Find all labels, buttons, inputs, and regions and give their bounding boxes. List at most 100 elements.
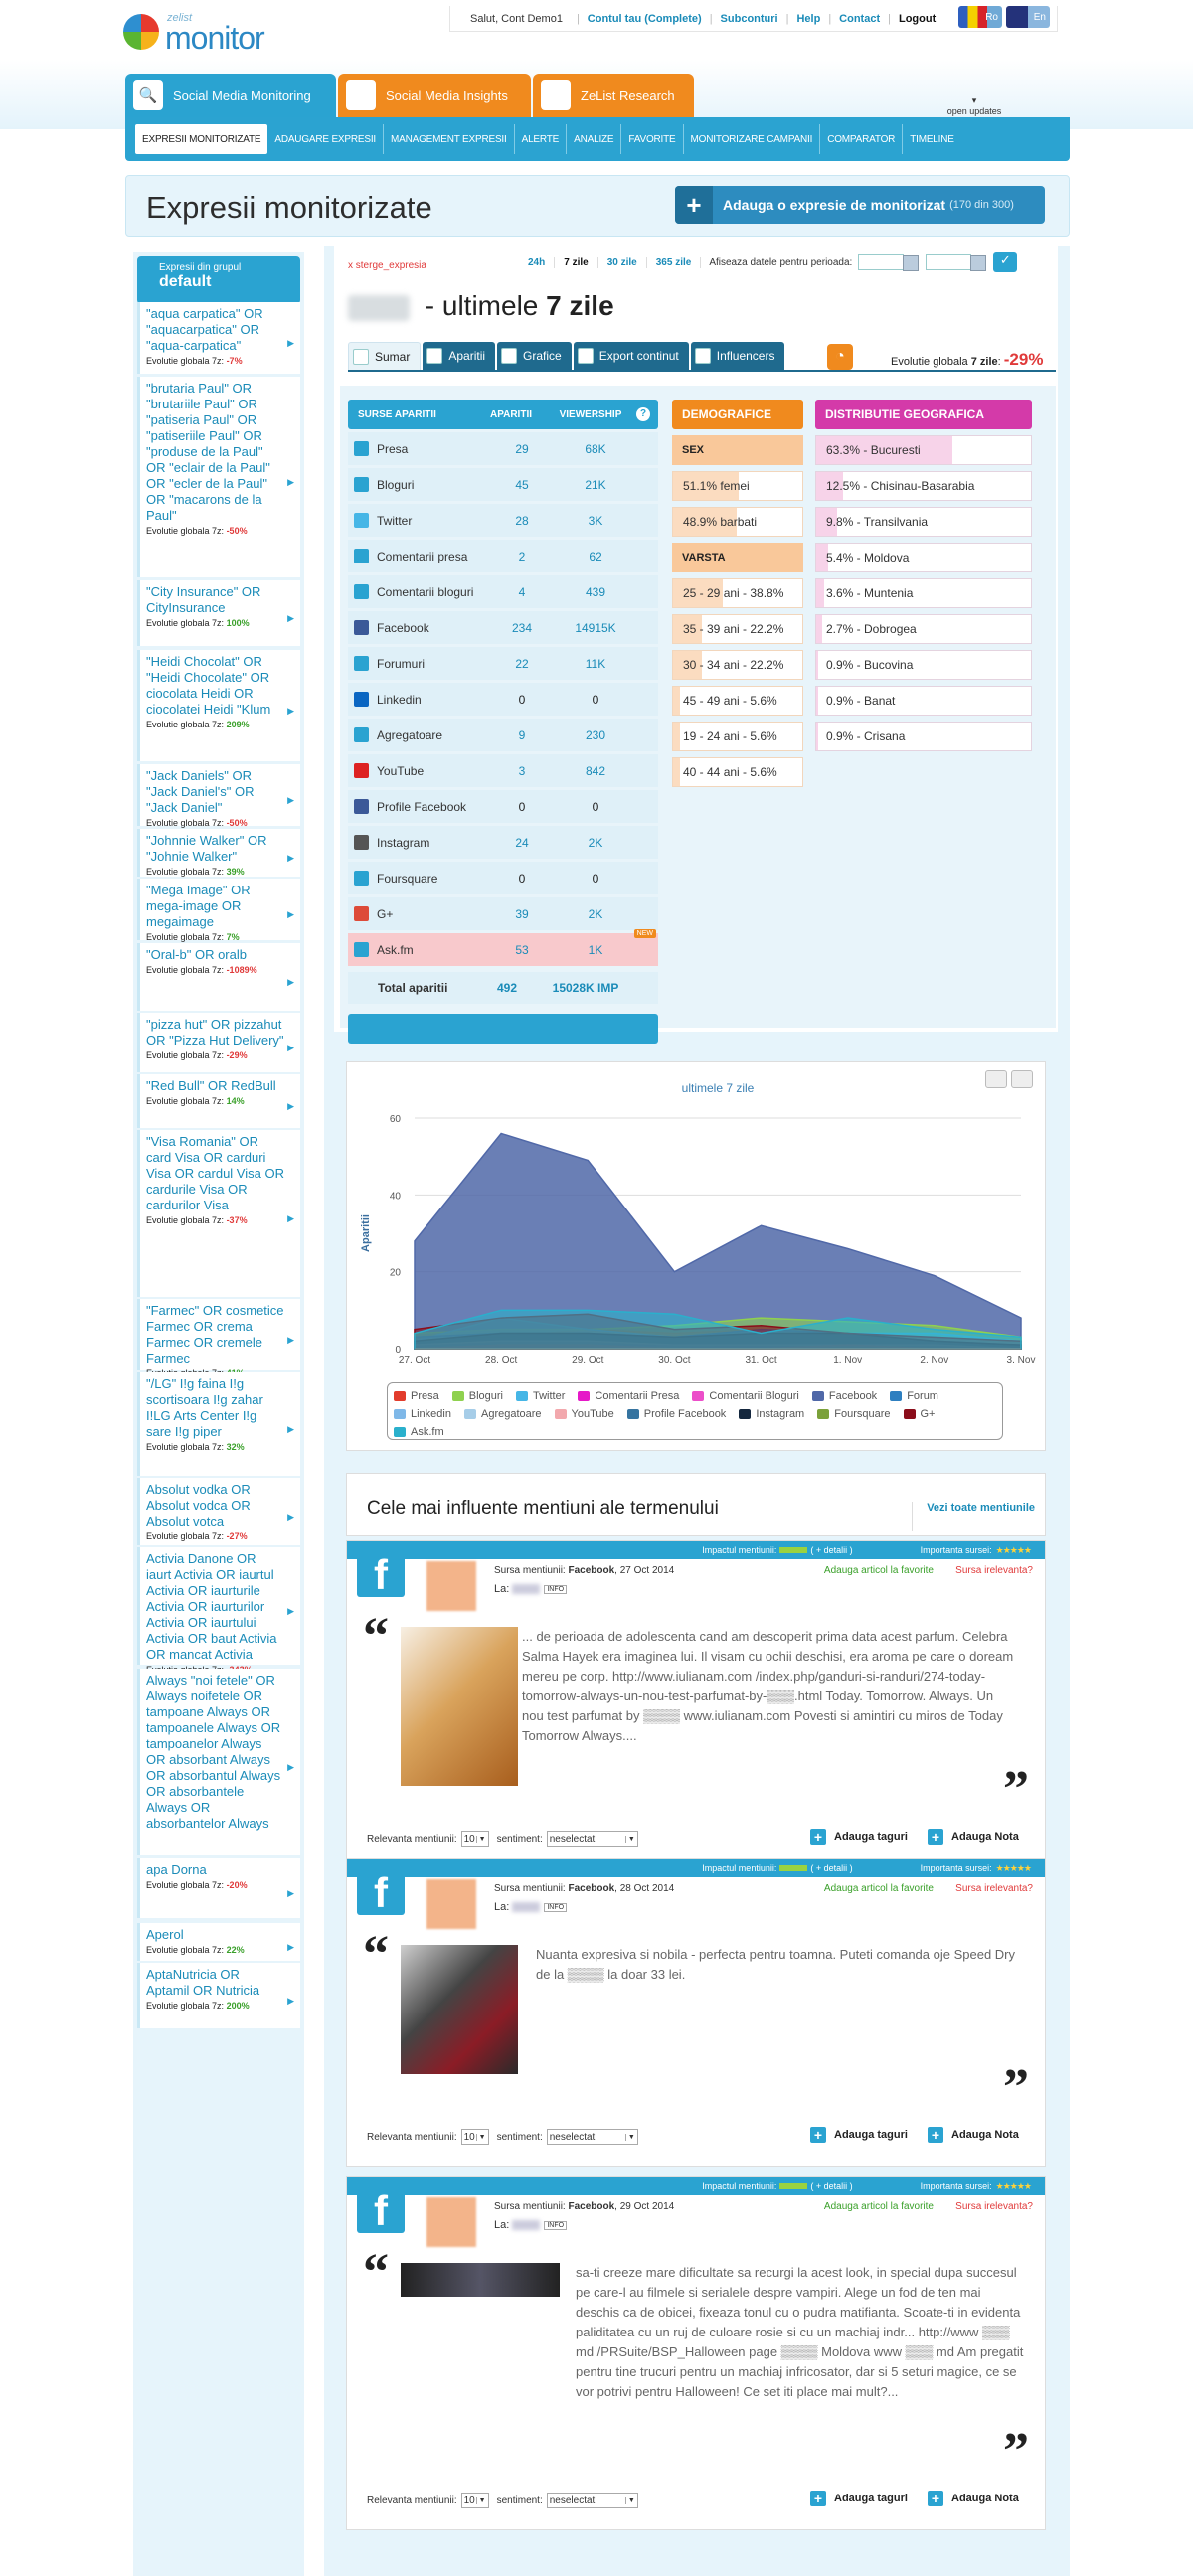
irrelevant-source-link[interactable]: Sursa irelevanta?: [955, 1883, 1033, 1894]
apply-period-button[interactable]: ✓: [993, 252, 1018, 272]
source-row[interactable]: YouTube 3 842: [348, 754, 658, 787]
source-row[interactable]: Presa 29 68K: [348, 432, 658, 465]
subnav-management-expresii[interactable]: MANAGEMENT EXPRESII: [384, 124, 515, 154]
subnav-expresii-monitorizate[interactable]: EXPRESII MONITORIZATE: [135, 124, 268, 154]
legend-item[interactable]: Foursquare: [817, 1405, 891, 1423]
subnav-timeline[interactable]: TIMELINE: [903, 124, 961, 154]
subnav-comparator[interactable]: COMPARATOR: [820, 124, 904, 154]
sidebar-expression-item[interactable]: "Johnnie Walker" OR "Johnie Walker" Evolu…: [137, 829, 300, 877]
legend-item[interactable]: Presa: [394, 1387, 439, 1405]
sidebar-expression-item[interactable]: "Mega Image" OR mega-image OR megaimage E…: [137, 879, 300, 942]
mention-image[interactable]: [401, 2263, 560, 2297]
relevance-select[interactable]: 10 ▼: [460, 2129, 489, 2145]
details-link[interactable]: ( + detalii ): [810, 2181, 852, 2191]
add-favorite-link[interactable]: Adauga articol la favorite: [824, 2201, 934, 2212]
info-badge[interactable]: INFO: [544, 1902, 568, 1912]
tab-aparitii[interactable]: Aparitii: [423, 342, 496, 370]
sidebar-expression-item[interactable]: "City Insurance" OR CityInsurance Evoluti…: [137, 580, 300, 646]
add-tags-button[interactable]: + Adauga taguri: [810, 2490, 908, 2507]
subaccounts-link[interactable]: Subconturi: [721, 13, 778, 25]
relevance-select[interactable]: 10 ▼: [460, 1831, 489, 1847]
legend-item[interactable]: Ask.fm: [394, 1423, 444, 1441]
irrelevant-source-link[interactable]: Sursa irelevanta?: [955, 1565, 1033, 1576]
sidebar-expression-item[interactable]: Aperol Evolutie globala 7z: 22% ▶: [137, 1923, 300, 1961]
author-name[interactable]: [512, 1584, 541, 1595]
delete-expression-link[interactable]: x sterge_expresia: [348, 260, 426, 271]
source-row[interactable]: Ask.fm 53 1K NEW: [348, 929, 658, 966]
sidebar-expression-item[interactable]: "Heidi Chocolat" OR "Heidi Chocolate" OR…: [137, 650, 300, 761]
legend-item[interactable]: Forum: [890, 1387, 938, 1405]
lang-ro-button[interactable]: Ro: [958, 6, 1002, 28]
legend-item[interactable]: Profile Facebook: [626, 1405, 726, 1423]
sidebar-expression-item[interactable]: "pizza hut" OR pizzahut OR "Pizza Hut De…: [137, 1013, 300, 1072]
subnav-adaugare-expresii[interactable]: ADAUGARE EXPRESII: [267, 124, 384, 154]
source-row[interactable]: Agregatoare 9 230: [348, 719, 658, 751]
source-row[interactable]: Facebook 234 14915K: [348, 611, 658, 644]
add-favorite-link[interactable]: Adauga articol la favorite: [824, 1883, 934, 1894]
add-note-button[interactable]: + Adauga Nota: [928, 1828, 1019, 1846]
tab-export-continut[interactable]: Export continut: [573, 342, 689, 370]
tab-social-media-monitoring[interactable]: 🔍 Social Media Monitoring: [125, 74, 336, 117]
rss-icon[interactable]: ◔: [827, 344, 853, 370]
info-badge[interactable]: INFO: [544, 1584, 568, 1594]
subnav-alerte[interactable]: ALERTE: [515, 124, 568, 154]
help-link[interactable]: Help: [796, 13, 820, 25]
sidebar-expression-item[interactable]: "/LG" I!g faina I!g scortisoara I!g zaha…: [137, 1372, 300, 1476]
account-link[interactable]: Contul tau (Complete): [588, 13, 702, 25]
author-avatar[interactable]: [426, 2197, 476, 2247]
sidebar-expression-item[interactable]: "brutaria Paul" OR "brutariile Paul" OR …: [137, 377, 300, 577]
legend-item[interactable]: Agregatoare: [463, 1405, 542, 1423]
source-row[interactable]: Twitter 28 3K: [348, 504, 658, 537]
period-30-zile[interactable]: 30 zile: [598, 256, 647, 268]
source-row[interactable]: Instagram 24 2K: [348, 826, 658, 859]
tab-zelist-research[interactable]: ▦ ZeList Research: [533, 74, 694, 117]
legend-item[interactable]: Facebook: [811, 1387, 877, 1405]
details-link[interactable]: ( + detalii ): [810, 1863, 852, 1873]
tab-grafice[interactable]: Grafice: [497, 342, 572, 370]
help-icon[interactable]: ?: [636, 407, 650, 421]
source-row[interactable]: Bloguri 45 21K: [348, 468, 658, 501]
legend-item[interactable]: G+: [903, 1405, 935, 1423]
contact-link[interactable]: Contact: [839, 13, 880, 25]
subnav-analize[interactable]: ANALIZE: [567, 124, 622, 154]
legend-item[interactable]: Comentarii Presa: [578, 1387, 679, 1405]
source-row[interactable]: G+ 39 2K: [348, 897, 658, 930]
sidebar-expression-item[interactable]: "Visa Romania" OR card Visa OR carduri V…: [137, 1130, 300, 1297]
legend-item[interactable]: YouTube: [554, 1405, 614, 1423]
source-row[interactable]: Comentarii bloguri 4 439: [348, 575, 658, 608]
view-all-mentions-link[interactable]: Vezi toate mentiunile: [912, 1502, 1035, 1531]
sidebar-expression-item[interactable]: "Jack Daniels" OR "Jack Daniel's" OR "Ja…: [137, 764, 300, 828]
add-expression-button[interactable]: + Adauga o expresie de monitorizat (170 d…: [675, 186, 1045, 224]
source-row[interactable]: Profile Facebook 0 0: [348, 790, 658, 823]
relevance-select[interactable]: 10 ▼: [460, 2493, 489, 2508]
legend-item[interactable]: Linkedin: [394, 1405, 451, 1423]
sidebar-expression-item[interactable]: apa Dorna Evolutie globala 7z: -20% ▶: [137, 1858, 300, 1918]
sidebar-expression-item[interactable]: "aqua carpatica" OR "aquacarpatica" OR "…: [137, 302, 300, 374]
sidebar-expression-item[interactable]: "Red Bull" OR RedBull Evolutie globala 7z…: [137, 1074, 300, 1128]
legend-item[interactable]: Comentarii Bloguri: [692, 1387, 799, 1405]
date-from-input[interactable]: [858, 254, 920, 271]
zelist-monitor-logo[interactable]: zelist monitor: [123, 12, 302, 56]
sidebar-expression-item[interactable]: Activia Danone OR iaurt Activia OR iaurt…: [137, 1547, 300, 1675]
info-badge[interactable]: INFO: [544, 2220, 568, 2230]
mention-image[interactable]: [401, 1945, 518, 2074]
sidebar-expression-item[interactable]: "Oral-b" OR oralb Evolutie globala 7z: -1…: [137, 943, 300, 1011]
sidebar-expression-item[interactable]: "Farmec" OR cosmetice Farmec OR crema Fa…: [137, 1299, 300, 1378]
add-favorite-link[interactable]: Adauga articol la favorite: [824, 1565, 934, 1576]
tab-sumar[interactable]: Sumar: [348, 342, 422, 370]
sentiment-select[interactable]: neselectat ▼: [546, 2129, 638, 2145]
sidebar-expression-item[interactable]: AptaNutricia OR Aptamil OR Nutricia Evolu…: [137, 1963, 300, 2028]
sidebar-expression-item[interactable]: Absolut vodka OR Absolut vodca OR Absolu…: [137, 1478, 300, 1545]
lang-en-button[interactable]: En: [1006, 6, 1050, 28]
date-to-input[interactable]: [926, 254, 987, 271]
author-name[interactable]: [512, 2220, 541, 2231]
sentiment-select[interactable]: neselectat ▼: [546, 1831, 638, 1847]
group-header[interactable]: Expresii din grupul default: [137, 256, 300, 304]
sentiment-select[interactable]: neselectat ▼: [546, 2493, 638, 2508]
logout-link[interactable]: Logout: [899, 13, 936, 25]
subnav-favorite[interactable]: FAVORITE: [621, 124, 684, 154]
add-tags-button[interactable]: + Adauga taguri: [810, 1828, 908, 1846]
sidebar-expression-item[interactable]: Always "noi fetele" OR Always noifetele …: [137, 1669, 300, 1855]
mention-image[interactable]: [401, 1627, 518, 1786]
tab-influencers[interactable]: Influencers: [690, 342, 785, 370]
